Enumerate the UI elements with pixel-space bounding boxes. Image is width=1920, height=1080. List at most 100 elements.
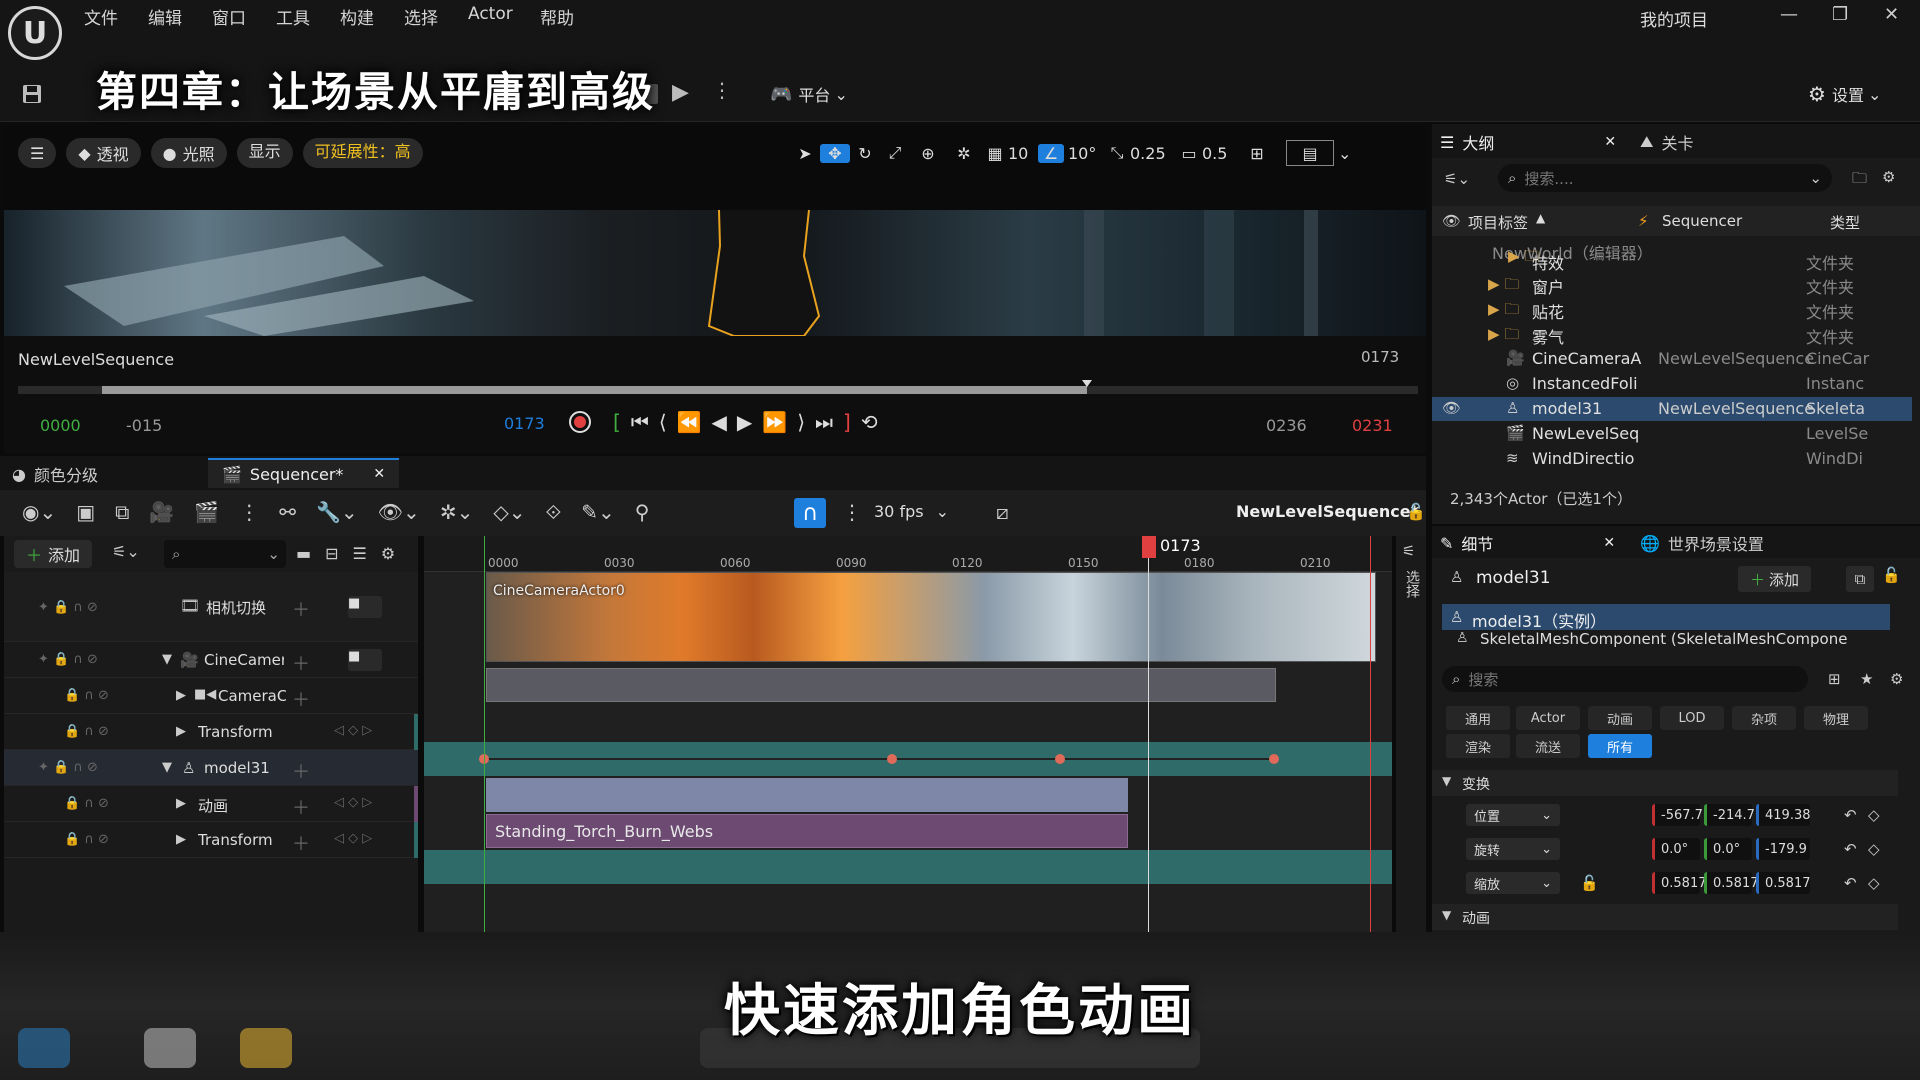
- layout-icon[interactable]: ⊞: [1242, 144, 1272, 163]
- surface-snap-icon[interactable]: ✲: [946, 144, 982, 163]
- close-tab-icon[interactable]: ✕: [373, 466, 385, 482]
- side-label[interactable]: 选择: [1402, 570, 1422, 598]
- sequencer-timeline[interactable]: 0000 0030 0060 0090 0120 0150 0180 0210 …: [424, 536, 1392, 932]
- loop-icon[interactable]: ⟲: [861, 410, 878, 434]
- cat-general[interactable]: 通用: [1446, 706, 1510, 730]
- menu-select[interactable]: 选择: [404, 4, 438, 29]
- add-key-icon[interactable]: ＋: [292, 794, 310, 820]
- gizmo-icon[interactable]: ✲⌄: [440, 500, 474, 524]
- tab-world-settings[interactable]: 🌐 世界场景设置: [1640, 531, 1764, 555]
- mark-out-icon[interactable]: ]: [843, 410, 851, 434]
- actor-name[interactable]: model31: [1476, 568, 1551, 588]
- gear-icon[interactable]: ⚙: [1882, 168, 1895, 186]
- viewport-layout-icon[interactable]: ▤: [1286, 140, 1334, 166]
- eye-icon[interactable]: 👁: [1442, 212, 1461, 230]
- scale-dropdown[interactable]: 缩放 ⌄: [1466, 872, 1560, 894]
- cat-all[interactable]: 所有: [1588, 734, 1652, 758]
- component-row[interactable]: ♙ SkeletalMeshComponent (SkeletalMeshCom…: [1456, 632, 1886, 648]
- show-button[interactable]: 显示: [236, 138, 293, 168]
- menu-file[interactable]: 文件: [84, 4, 118, 29]
- keyframe-icon[interactable]: ◇: [1868, 806, 1880, 824]
- expand-arrow-icon[interactable]: ▼: [162, 760, 172, 775]
- filter-icon[interactable]: ⚟⌄: [1444, 170, 1470, 188]
- render-icon[interactable]: 🎥: [149, 500, 174, 524]
- prev-key-icon[interactable]: ⟨: [659, 410, 667, 434]
- menu-actor[interactable]: Actor: [468, 4, 513, 26]
- col-type[interactable]: 类型: [1830, 212, 1860, 233]
- keyframe-icon[interactable]: ◇: [1868, 874, 1880, 892]
- reverse-play-icon[interactable]: ◀: [712, 410, 727, 434]
- unreal-logo-icon[interactable]: U: [8, 6, 62, 60]
- blueprint-icon[interactable]: ⧉: [1846, 566, 1874, 592]
- unlock-icon[interactable]: 🔓: [1580, 874, 1599, 892]
- gear-icon[interactable]: ⚙: [1890, 670, 1903, 688]
- scale-y-field[interactable]: 0.5817: [1704, 872, 1759, 894]
- expand-arrow-icon[interactable]: ▶: [176, 688, 186, 703]
- location-y-field[interactable]: -214.7: [1704, 804, 1755, 826]
- menu-help[interactable]: 帮助: [540, 4, 574, 29]
- next-frame-icon[interactable]: ⏩: [762, 410, 787, 434]
- collapse-icon[interactable]: ▬: [296, 544, 311, 563]
- add-key-icon[interactable]: ＋: [292, 596, 310, 622]
- key-nav-icon[interactable]: ◁ ◇ ▷: [334, 831, 372, 846]
- cat-actor[interactable]: Actor: [1516, 706, 1580, 730]
- close-icon[interactable]: ✕: [1884, 4, 1899, 25]
- tab-details[interactable]: ✎ 细节 ✕: [1440, 531, 1615, 555]
- playhead-handle[interactable]: [1142, 536, 1156, 558]
- keyframe-icon[interactable]: ◇⌄: [493, 500, 525, 524]
- more-icon[interactable]: ⋮: [239, 500, 259, 524]
- key-nav-icon[interactable]: ◁ ◇ ▷: [334, 723, 372, 738]
- filter-icon[interactable]: ⚟⌄: [112, 542, 140, 561]
- record-icon[interactable]: [569, 411, 591, 433]
- add-track-button[interactable]: ＋ 添加: [14, 540, 93, 568]
- tab-levels[interactable]: ⛰ 关卡: [1640, 130, 1693, 154]
- table-view-icon[interactable]: ⊞: [1828, 670, 1841, 688]
- col-sequencer[interactable]: Sequencer: [1662, 212, 1742, 230]
- scale-snap-icon[interactable]: ⤡: [1104, 143, 1130, 163]
- expand-icon[interactable]: ⊟: [325, 544, 338, 563]
- mark-in-icon[interactable]: [: [613, 410, 621, 434]
- track-model31[interactable]: ✦ 🔒 ∩ ⊘ ▼ ♙ model31 ＋: [4, 750, 418, 786]
- track-camera-cuts[interactable]: ✦ 🔒 ∩ ⊘ 🎞 相机切换 ＋ ■: [4, 572, 418, 642]
- list-item-selected[interactable]: 👁 ♙ model31 NewLevelSequence Skeleta: [1432, 397, 1912, 421]
- track-animation[interactable]: 🔒 ∩ ⊘ ▶ 动画 ＋ ◁ ◇ ▷: [4, 786, 418, 822]
- cat-misc[interactable]: 杂项: [1732, 706, 1796, 730]
- filter-icon[interactable]: ⚟: [1402, 542, 1415, 560]
- scale-z-field[interactable]: 0.5817: [1756, 872, 1811, 894]
- expand-arrow-icon[interactable]: ▼: [162, 652, 172, 667]
- instance-row[interactable]: ♙ model31（实例）: [1442, 604, 1890, 631]
- tab-color-grading[interactable]: ◕ 颜色分级: [12, 462, 98, 486]
- snap-options-icon[interactable]: ⋮: [842, 500, 862, 524]
- reset-icon[interactable]: ↶: [1844, 840, 1857, 858]
- lock-icon[interactable]: 🔓: [1882, 566, 1901, 584]
- cat-streaming[interactable]: 流送: [1516, 734, 1580, 758]
- menu-tools[interactable]: 工具: [276, 4, 310, 29]
- time-ruler[interactable]: 0000 0030 0060 0090 0120 0150 0180 0210: [424, 536, 1392, 572]
- angle-snap-icon[interactable]: ∠: [1038, 143, 1064, 163]
- star-icon[interactable]: ★: [1860, 670, 1873, 688]
- keyframe[interactable]: [887, 754, 897, 764]
- transform-section-header[interactable]: ▼ 变换: [1432, 770, 1898, 796]
- snap-magnet-icon[interactable]: ∩: [794, 498, 826, 528]
- list-item[interactable]: 🎥 CineCameraA NewLevelSequence CineCar: [1432, 347, 1920, 371]
- angle-size[interactable]: 10°: [1064, 144, 1104, 163]
- eye-icon[interactable]: 👁: [1442, 399, 1461, 417]
- expand-arrow-icon[interactable]: ▶: [176, 832, 186, 847]
- model-section[interactable]: [486, 778, 1128, 812]
- expand-arrow-icon[interactable]: ▶: [176, 724, 186, 739]
- track-camera-component[interactable]: 🔒 ∩ ⊘ ▶ ■◀ CameraC ＋: [4, 678, 418, 714]
- list-item[interactable]: ▶ 🗀 特效 文件夹: [1432, 247, 1920, 273]
- add-key-icon[interactable]: ＋: [292, 650, 310, 676]
- location-x-field[interactable]: -567.7:: [1652, 804, 1707, 826]
- list-item[interactable]: ≋ WindDirectio WindDi: [1432, 447, 1920, 471]
- menu-window[interactable]: 窗口: [212, 4, 246, 29]
- actions-icon[interactable]: ⚯: [279, 500, 296, 524]
- pin-icon[interactable]: ✦ 🔒 ∩ ⊘: [38, 760, 98, 775]
- tab-outliner[interactable]: ☰ 大纲 ✕: [1440, 130, 1616, 154]
- camera-speed-icon[interactable]: ▭: [1176, 144, 1202, 163]
- add-key-icon[interactable]: ＋: [292, 686, 310, 712]
- cat-lod[interactable]: LOD: [1660, 706, 1724, 730]
- scale-size[interactable]: 0.25: [1130, 144, 1176, 163]
- world-icon[interactable]: ◉⌄: [22, 500, 56, 524]
- location-dropdown[interactable]: 位置 ⌄: [1466, 804, 1560, 826]
